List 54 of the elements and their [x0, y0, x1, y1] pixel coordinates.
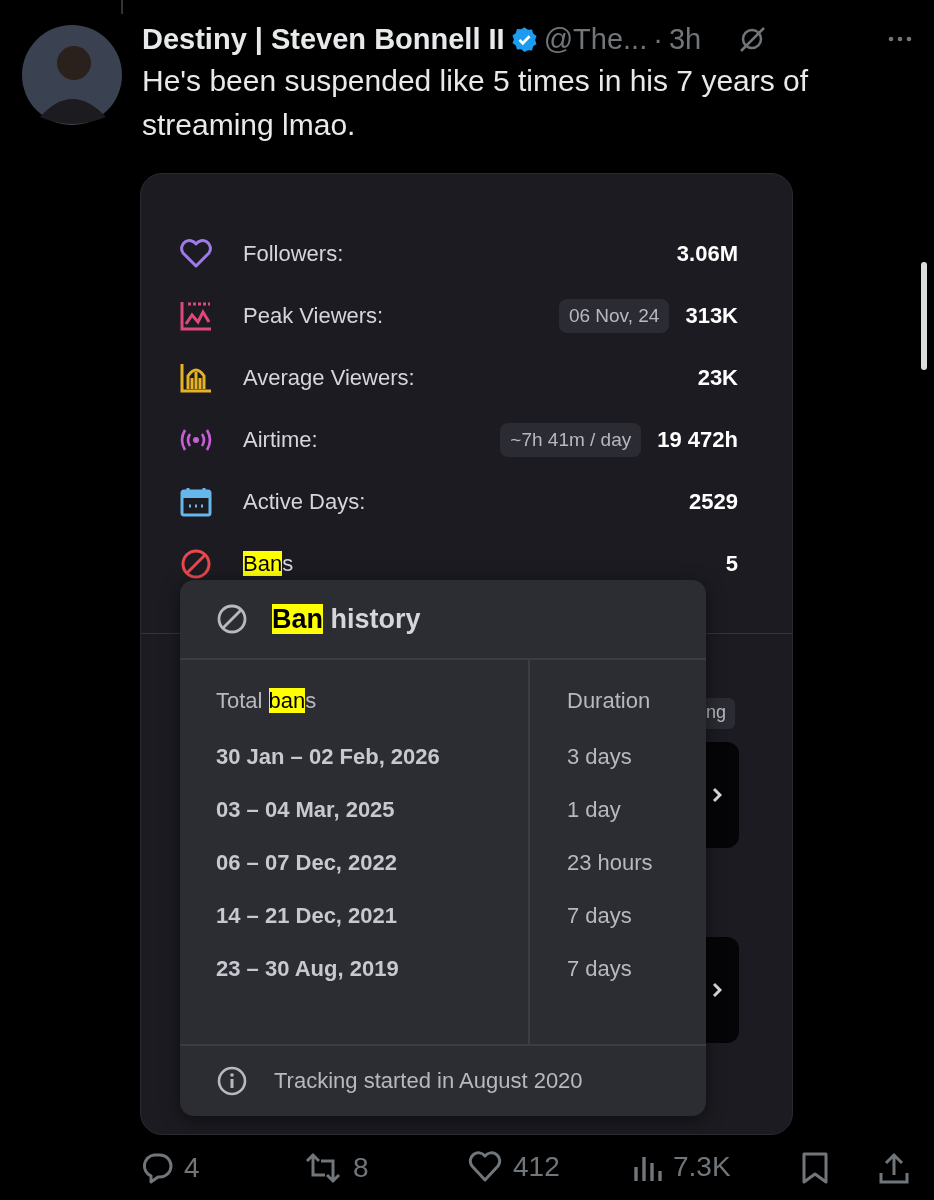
- line-chart-icon: [179, 300, 213, 332]
- column-header: Duration: [567, 688, 651, 715]
- ban-dates: 06 – 07 Dec, 2022: [216, 850, 399, 877]
- retweet-icon[interactable]: [303, 1151, 343, 1185]
- ban-icon: [179, 547, 213, 581]
- more-icon[interactable]: [888, 36, 912, 42]
- ban-duration: 3 days: [567, 744, 632, 771]
- ban-duration: 7 days: [567, 956, 632, 983]
- action-count: 7.3K: [673, 1151, 731, 1183]
- action-count: 8: [353, 1152, 369, 1184]
- ban-dates: 14 – 21 Dec, 2021: [216, 903, 399, 930]
- separator-dot: ·: [653, 22, 663, 56]
- chevron-icon: [712, 787, 722, 803]
- scrollbar[interactable]: [921, 262, 927, 370]
- heart-icon[interactable]: [467, 1151, 503, 1183]
- broadcast-icon: [179, 427, 213, 453]
- tracking-note: Tracking started in August 2020: [274, 1068, 583, 1094]
- calendar-icon: [179, 486, 213, 518]
- stat-label: Airtime:: [243, 427, 319, 453]
- share-icon[interactable]: [878, 1151, 910, 1185]
- stat-value: 3.06M: [676, 241, 738, 267]
- ban-duration: 7 days: [567, 903, 632, 930]
- ban-duration: 1 day: [567, 797, 621, 824]
- stat-value: 2529: [689, 489, 738, 515]
- ban-dates: 03 – 04 Mar, 2025: [216, 797, 396, 824]
- stat-value: 5: [725, 551, 738, 577]
- stat-label: Peak Viewers:: [243, 303, 385, 329]
- stat-value: 19 472h: [657, 427, 738, 453]
- stat-value: 23K: [697, 365, 738, 391]
- info-icon: [216, 1065, 248, 1097]
- bookmark-icon[interactable]: [800, 1151, 830, 1185]
- action-count: 4: [184, 1152, 200, 1184]
- ban-dates: 23 – 30 Aug, 2019: [216, 956, 400, 983]
- stat-value: 313K: [685, 303, 738, 329]
- post-time[interactable]: 3h: [668, 22, 702, 56]
- bar-chart-icon: [179, 362, 213, 394]
- stat-label: Followers:: [243, 241, 345, 267]
- ban-dates: 30 Jan – 02 Feb, 2026: [216, 744, 441, 771]
- author-name[interactable]: Destiny | Steven Bonnell II: [142, 22, 505, 56]
- column-header: Total bans: [216, 688, 318, 715]
- ban-duration: 23 hours: [567, 850, 653, 877]
- stat-badge: 06 Nov, 24: [558, 299, 670, 333]
- popup-title: Ban history: [272, 603, 421, 635]
- heart-icon: [179, 239, 213, 269]
- stat-label: Bans: [243, 551, 295, 577]
- user-handle[interactable]: @The...: [543, 22, 648, 56]
- ban-icon: [216, 603, 248, 635]
- stat-label: Average Viewers:: [243, 365, 416, 391]
- stat-label: Active Days:: [243, 489, 367, 515]
- stat-badge: ~7h 41m / day: [500, 423, 642, 457]
- chevron-icon: [712, 982, 722, 998]
- post-text: He's been suspended like 5 times in his 7 years of streaming lmao.: [142, 63, 810, 143]
- reply-icon[interactable]: [140, 1151, 174, 1185]
- action-count: 412: [513, 1151, 560, 1183]
